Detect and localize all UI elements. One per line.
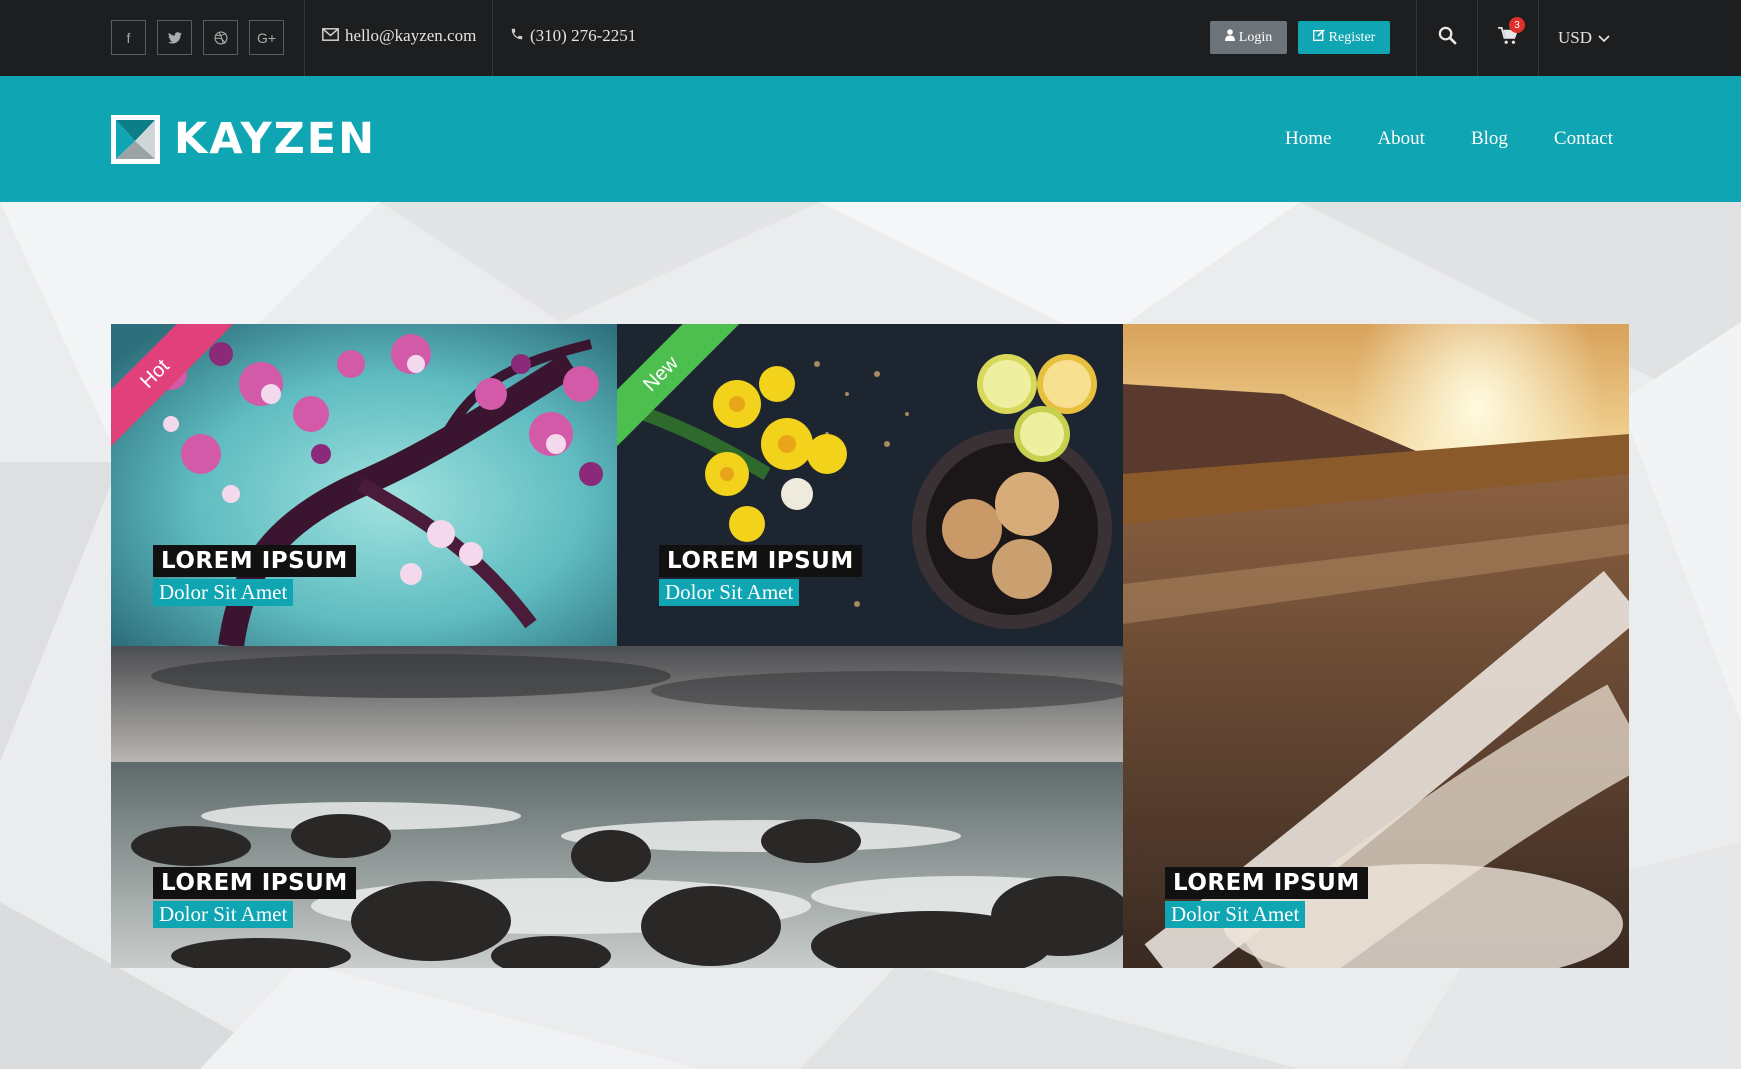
feature-tile-3[interactable]: LOREM IPSUM Dolor Sit Amet (111, 646, 1123, 968)
envelope-icon (322, 27, 339, 45)
main-nav: Home About Blog Contact (1285, 128, 1613, 150)
tile-subtitle: Dolor Sit Amet (153, 901, 294, 928)
dribbble-icon[interactable] (203, 20, 238, 55)
google-plus-icon[interactable]: G+ (249, 20, 284, 55)
nav-contact[interactable]: Contact (1554, 128, 1613, 150)
nav-blog[interactable]: Blog (1471, 128, 1508, 150)
register-label: Register (1328, 29, 1376, 45)
search-icon (1438, 26, 1457, 50)
search-button[interactable] (1417, 0, 1477, 76)
feature-tile-1[interactable]: Hot LOREM IPSUM Dolor Sit Amet (111, 324, 617, 646)
tile-caption: LOREM IPSUM Dolor Sit Amet (153, 867, 356, 928)
logo-icon (111, 114, 160, 164)
chevron-down-icon (1598, 28, 1610, 48)
phone-icon (510, 27, 524, 45)
divider (492, 0, 493, 76)
tile-caption: LOREM IPSUM Dolor Sit Amet (659, 545, 862, 606)
email-contact[interactable]: hello@kayzen.com (322, 26, 476, 46)
login-label: Login (1238, 29, 1273, 45)
edit-icon (1312, 29, 1325, 46)
nav-about[interactable]: About (1377, 128, 1425, 150)
logo[interactable]: KAYZEN (111, 114, 376, 164)
main-header: KAYZEN Home About Blog Contact (0, 76, 1741, 202)
feature-tile-2[interactable]: New LOREM IPSUM Dolor Sit Amet (617, 324, 1123, 646)
register-button[interactable]: Register (1298, 21, 1390, 54)
email-text: hello@kayzen.com (345, 26, 477, 45)
tile-caption: LOREM IPSUM Dolor Sit Amet (1165, 867, 1368, 928)
phone-contact[interactable]: (310) 276-2251 (510, 26, 636, 46)
tile-subtitle: Dolor Sit Amet (1165, 901, 1306, 928)
feature-tile-4[interactable]: LOREM IPSUM Dolor Sit Amet (1123, 324, 1629, 968)
login-button[interactable]: Login (1210, 21, 1287, 54)
tile-subtitle: Dolor Sit Amet (153, 579, 294, 606)
tile-title: LOREM IPSUM (1165, 867, 1368, 900)
tile-title: LOREM IPSUM (659, 545, 862, 578)
currency-select[interactable]: USD (1539, 0, 1629, 76)
twitter-icon[interactable] (157, 20, 192, 55)
nav-home[interactable]: Home (1285, 128, 1331, 150)
top-bar: f G+ hello@kayzen.com (310) 276-2251 Log… (0, 0, 1741, 76)
cart-button[interactable]: 3 (1478, 0, 1538, 76)
phone-text: (310) 276-2251 (530, 26, 637, 45)
divider (304, 0, 305, 76)
cart-count-badge: 3 (1509, 17, 1525, 33)
tile-title: LOREM IPSUM (153, 545, 356, 578)
logo-text: KAYZEN (174, 114, 377, 164)
social-links: f G+ (111, 20, 284, 55)
tile-subtitle: Dolor Sit Amet (659, 579, 800, 606)
currency-value: USD (1557, 28, 1592, 47)
tile-title: LOREM IPSUM (153, 867, 356, 900)
facebook-icon[interactable]: f (111, 20, 146, 55)
user-icon (1224, 29, 1235, 46)
tile-caption: LOREM IPSUM Dolor Sit Amet (153, 545, 356, 606)
